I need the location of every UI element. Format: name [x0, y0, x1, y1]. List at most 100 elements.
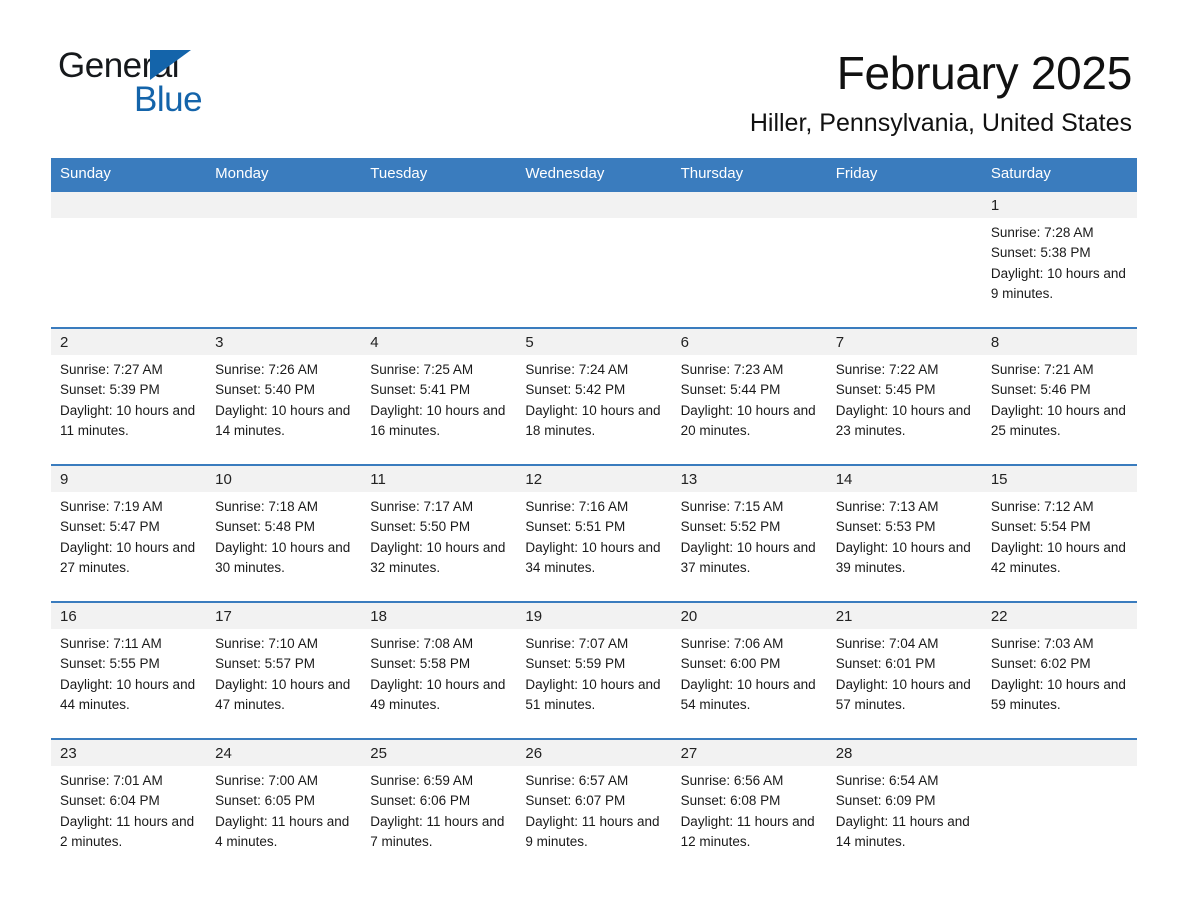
daylight-text: Daylight: 10 hours and 20 minutes. — [680, 402, 816, 438]
day-details: Sunrise: 7:21 AM Sunset: 5:46 PM Daylight:… — [982, 355, 1137, 441]
sunrise-text: Sunrise: 7:07 AM — [525, 636, 629, 651]
calendar-day-cell[interactable]: 26 Sunrise: 6:57 AM Sunset: 6:07 PM Dayligh… — [516, 738, 672, 875]
daylight-text: Daylight: 10 hours and 49 minutes. — [370, 676, 506, 712]
calendar-day-cell[interactable]: 6 Sunrise: 7:23 AM Sunset: 5:44 PM Daylight… — [671, 327, 827, 465]
day-details: Sunrise: 7:03 AM Sunset: 6:02 PM Daylight:… — [982, 629, 1137, 715]
daylight-text: Daylight: 11 hours and 9 minutes. — [525, 813, 660, 849]
sunrise-text: Sunrise: 7:26 AM — [215, 362, 318, 377]
day-number: 22 — [981, 603, 1137, 629]
day-details: Sunrise: 7:12 AM Sunset: 5:54 PM Daylight:… — [982, 492, 1137, 578]
generalblue-logo[interactable]: General Blue — [58, 48, 358, 118]
calendar-day-cell[interactable]: 2 Sunrise: 7:27 AM Sunset: 5:39 PM Daylight… — [51, 327, 207, 465]
day-number: 11 — [361, 466, 517, 492]
sunrise-text: Sunrise: 7:00 AM — [215, 773, 318, 788]
day-number: 18 — [361, 603, 517, 629]
day-details: Sunrise: 7:16 AM Sunset: 5:51 PM Daylight:… — [516, 492, 671, 578]
calendar-day-cell[interactable]: 9 Sunrise: 7:19 AM Sunset: 5:47 PM Daylight… — [51, 464, 207, 602]
calendar-body: 1 Sunrise: 7:28 AM Sunset: 5:38 PM Daylight… — [51, 190, 1137, 875]
day-details: Sunrise: 7:15 AM Sunset: 5:52 PM Daylight:… — [672, 492, 827, 578]
calendar-day-cell[interactable]: 19 Sunrise: 7:07 AM Sunset: 5:59 PM Dayligh… — [516, 601, 672, 739]
sunrise-text: Sunrise: 7:04 AM — [835, 636, 939, 651]
calendar-day-cell[interactable]: 28 Sunrise: 6:54 AM Sunset: 6:09 PM Dayligh… — [826, 738, 982, 875]
calendar-day-cell[interactable]: 1 Sunrise: 7:28 AM Sunset: 5:38 PM Daylight… — [981, 190, 1137, 328]
calendar-day-cell[interactable]: 11 Sunrise: 7:17 AM Sunset: 5:50 PM Dayligh… — [361, 464, 517, 602]
sunset-text: Sunset: 5:50 PM — [370, 519, 471, 535]
daylight-text: Daylight: 10 hours and 42 minutes. — [990, 539, 1126, 575]
sunset-text: Sunset: 5:47 PM — [60, 519, 160, 535]
calendar-day-cell[interactable]: 12 Sunrise: 7:16 AM Sunset: 5:51 PM Dayligh… — [516, 464, 672, 602]
day-details: Sunrise: 7:10 AM Sunset: 5:57 PM Daylight:… — [206, 629, 361, 715]
sunset-text: Sunset: 5:40 PM — [215, 382, 315, 398]
day-number: 13 — [671, 466, 827, 492]
day-number: 19 — [516, 603, 672, 629]
daylight-text: Daylight: 10 hours and 16 minutes. — [370, 402, 506, 438]
sunset-text: Sunset: 5:38 PM — [990, 245, 1091, 261]
daylight-text: Daylight: 10 hours and 54 minutes. — [680, 676, 816, 712]
weekday-header-wednesday: Wednesday — [516, 158, 672, 191]
calendar-day-cell[interactable]: 20 Sunrise: 7:06 AM Sunset: 6:00 PM Dayligh… — [671, 601, 827, 739]
day-details: Sunrise: 6:57 AM Sunset: 6:07 PM Daylight:… — [516, 766, 671, 852]
calendar-day-cell[interactable]: 21 Sunrise: 7:04 AM Sunset: 6:01 PM Dayligh… — [826, 601, 982, 739]
sunrise-sunset-calendar: Sunday Monday Tuesday Wednesday Thursday… — [51, 158, 1137, 875]
sunset-text: Sunset: 6:01 PM — [835, 656, 936, 672]
calendar-day-cell[interactable]: 10 Sunrise: 7:18 AM Sunset: 5:48 PM Dayligh… — [206, 464, 362, 602]
day-number — [981, 740, 1137, 766]
calendar-day-cell[interactable]: 18 Sunrise: 7:08 AM Sunset: 5:58 PM Dayligh… — [361, 601, 517, 739]
calendar-day-cell[interactable]: 22 Sunrise: 7:03 AM Sunset: 6:02 PM Dayligh… — [981, 601, 1137, 739]
daylight-text: Daylight: 10 hours and 44 minutes. — [60, 676, 196, 712]
calendar-day-cell[interactable]: 27 Sunrise: 6:56 AM Sunset: 6:08 PM Dayligh… — [671, 738, 827, 875]
day-number — [826, 192, 982, 218]
calendar-day-cell[interactable]: 3 Sunrise: 7:26 AM Sunset: 5:40 PM Daylight… — [206, 327, 362, 465]
sunset-text: Sunset: 5:52 PM — [680, 519, 781, 535]
calendar-day-cell[interactable]: 4 Sunrise: 7:25 AM Sunset: 5:41 PM Daylight… — [361, 327, 517, 465]
day-number: 12 — [516, 466, 672, 492]
day-details: Sunrise: 7:24 AM Sunset: 5:42 PM Daylight:… — [516, 355, 671, 441]
calendar-cell-empty — [516, 190, 672, 328]
calendar-day-cell[interactable]: 7 Sunrise: 7:22 AM Sunset: 5:45 PM Daylight… — [826, 327, 982, 465]
day-number: 6 — [671, 329, 827, 355]
day-number: 24 — [206, 740, 362, 766]
calendar-day-cell[interactable]: 17 Sunrise: 7:10 AM Sunset: 5:57 PM Dayligh… — [206, 601, 362, 739]
calendar-day-cell[interactable]: 24 Sunrise: 7:00 AM Sunset: 6:05 PM Dayligh… — [206, 738, 362, 875]
calendar-day-cell[interactable]: 15 Sunrise: 7:12 AM Sunset: 5:54 PM Dayligh… — [981, 464, 1137, 602]
sunset-text: Sunset: 6:05 PM — [215, 793, 315, 809]
daylight-text: Daylight: 11 hours and 2 minutes. — [60, 813, 195, 849]
day-number: 25 — [361, 740, 517, 766]
day-details: Sunrise: 7:26 AM Sunset: 5:40 PM Daylight:… — [206, 355, 361, 441]
sunset-text: Sunset: 6:09 PM — [835, 793, 936, 809]
calendar-cell-empty — [981, 738, 1137, 875]
calendar-day-cell[interactable]: 14 Sunrise: 7:13 AM Sunset: 5:53 PM Dayligh… — [826, 464, 982, 602]
sunset-text: Sunset: 5:54 PM — [990, 519, 1091, 535]
calendar-day-cell[interactable]: 16 Sunrise: 7:11 AM Sunset: 5:55 PM Dayligh… — [51, 601, 207, 739]
calendar-day-cell[interactable]: 8 Sunrise: 7:21 AM Sunset: 5:46 PM Daylight… — [981, 327, 1137, 465]
day-number: 16 — [51, 603, 207, 629]
sunrise-text: Sunrise: 6:56 AM — [680, 773, 784, 788]
daylight-text: Daylight: 10 hours and 25 minutes. — [990, 402, 1126, 438]
sunrise-text: Sunrise: 7:12 AM — [990, 499, 1094, 514]
day-number: 5 — [516, 329, 672, 355]
day-details: Sunrise: 7:22 AM Sunset: 5:45 PM Daylight:… — [827, 355, 982, 441]
day-details: Sunrise: 7:00 AM Sunset: 6:05 PM Daylight:… — [206, 766, 361, 852]
day-number: 21 — [826, 603, 982, 629]
daylight-text: Daylight: 10 hours and 39 minutes. — [835, 539, 971, 575]
day-number: 7 — [826, 329, 982, 355]
day-number — [361, 192, 517, 218]
daylight-text: Daylight: 10 hours and 14 minutes. — [215, 402, 351, 438]
sunset-text: Sunset: 5:58 PM — [370, 656, 471, 672]
day-details: Sunrise: 7:11 AM Sunset: 5:55 PM Daylight:… — [51, 629, 206, 715]
sunrise-text: Sunrise: 7:25 AM — [370, 362, 474, 377]
calendar-week-row: 9 Sunrise: 7:19 AM Sunset: 5:47 PM Daylight… — [51, 464, 1137, 602]
daylight-text: Daylight: 11 hours and 12 minutes. — [680, 813, 815, 849]
calendar-day-cell[interactable]: 25 Sunrise: 6:59 AM Sunset: 6:06 PM Dayligh… — [361, 738, 517, 875]
day-details: Sunrise: 6:54 AM Sunset: 6:09 PM Daylight:… — [827, 766, 982, 852]
calendar-day-cell[interactable]: 5 Sunrise: 7:24 AM Sunset: 5:42 PM Daylight… — [516, 327, 672, 465]
day-details: Sunrise: 7:13 AM Sunset: 5:53 PM Daylight:… — [827, 492, 982, 578]
calendar-week-row: 1 Sunrise: 7:28 AM Sunset: 5:38 PM Daylight… — [51, 190, 1137, 328]
day-details: Sunrise: 7:06 AM Sunset: 6:00 PM Daylight:… — [672, 629, 827, 715]
calendar-cell-empty — [51, 190, 207, 328]
page-title: February 2025 — [836, 47, 1133, 99]
calendar-day-cell[interactable]: 23 Sunrise: 7:01 AM Sunset: 6:04 PM Dayligh… — [51, 738, 207, 875]
weekday-header-monday: Monday — [206, 158, 362, 191]
sunrise-text: Sunrise: 7:01 AM — [60, 773, 163, 788]
calendar-day-cell[interactable]: 13 Sunrise: 7:15 AM Sunset: 5:52 PM Dayligh… — [671, 464, 827, 602]
